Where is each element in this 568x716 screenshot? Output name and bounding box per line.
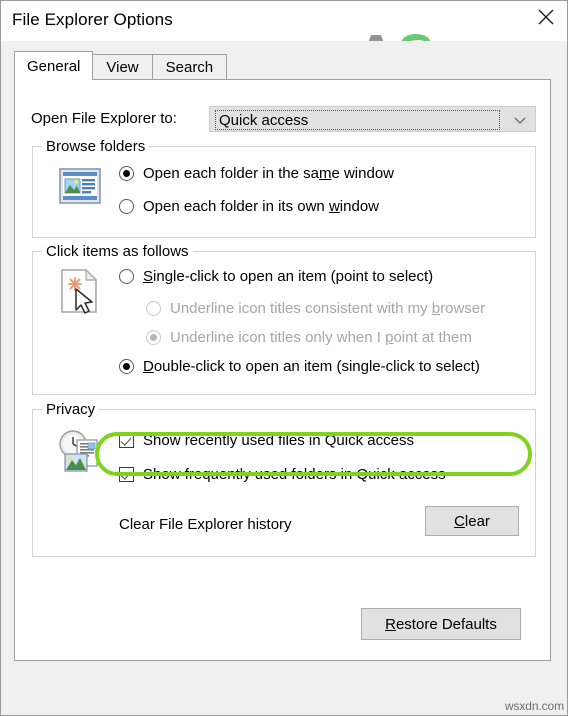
tab-view[interactable]: View (92, 54, 153, 80)
restore-defaults-button[interactable]: Restore Defaults (361, 608, 521, 640)
window-title: File Explorer Options (12, 10, 173, 29)
close-icon (537, 8, 555, 26)
radio-open-own-window-indicator (119, 199, 134, 214)
tab-general[interactable]: General (14, 51, 94, 80)
radio-underline-on-point[interactable]: Underline icon titles only when I point … (146, 329, 472, 346)
radio-double-click-indicator (119, 359, 134, 374)
checkbox-frequent-folders[interactable]: Show frequently used folders in Quick ac… (119, 466, 446, 483)
click-items-title: Click items as follows (42, 243, 193, 260)
restore-defaults-label: Restore Defaults (385, 615, 497, 633)
checkbox-frequent-folders-label: Show frequently used folders in Quick ac… (143, 466, 446, 483)
radio-open-same-window-label: Open each folder in the same window (143, 165, 394, 182)
title-bar: File Explorer Options (1, 1, 567, 41)
privacy-group: Privacy Show recently used files in Quic… (32, 401, 536, 557)
file-explorer-options-dialog: File Explorer Options General View Searc… (0, 0, 568, 716)
radio-single-click-indicator (119, 269, 134, 284)
browse-folders-group: Browse folders Open each folder in the s… (32, 138, 536, 238)
clear-history-label: Clear File Explorer history (119, 516, 292, 533)
tab-general-label: General (27, 57, 81, 75)
radio-open-own-window[interactable]: Open each folder in its own window (119, 198, 379, 215)
click-pointer-icon (59, 268, 101, 319)
tab-panel-general: Open File Explorer to: Quick access Brow… (14, 79, 551, 661)
radio-single-click-label: Single-click to open an item (point to s… (143, 268, 434, 285)
tab-search-label: Search (165, 59, 214, 76)
checkbox-frequent-folders-indicator (119, 467, 134, 482)
tab-view-label: View (106, 59, 139, 76)
open-file-explorer-row: Open File Explorer to: Quick access (31, 106, 536, 132)
open-file-explorer-select[interactable]: Quick access (209, 106, 536, 132)
clock-documents-icon (57, 430, 105, 479)
radio-underline-consistent-indicator (146, 301, 161, 316)
tab-strip: General View Search (14, 51, 228, 80)
clear-button[interactable]: Clear (425, 506, 519, 536)
click-items-group: Click items as follows Single-click to o… (32, 243, 536, 395)
open-file-explorer-label: Open File Explorer to: (31, 110, 177, 127)
radio-open-own-window-label: Open each folder in its own window (143, 198, 379, 215)
checkbox-recent-files[interactable]: Show recently used files in Quick access (119, 432, 414, 449)
radio-single-click[interactable]: Single-click to open an item (point to s… (119, 268, 433, 285)
open-file-explorer-value: Quick access (215, 110, 500, 130)
dialog-body: General View Search Open File Explorer t… (1, 41, 567, 715)
radio-double-click[interactable]: Double-click to open an item (single-cli… (119, 358, 480, 375)
radio-underline-consistent-label: Underline icon titles consistent with my… (170, 300, 486, 317)
radio-underline-on-point-indicator (146, 330, 161, 345)
tab-search[interactable]: Search (151, 54, 228, 80)
privacy-title: Privacy (42, 401, 100, 418)
radio-underline-on-point-label: Underline icon titles only when I point … (170, 329, 472, 346)
chevron-down-icon (513, 114, 527, 126)
clear-button-label: Clear (454, 512, 490, 530)
folder-window-icon (59, 166, 101, 211)
browse-folders-title: Browse folders (42, 138, 150, 155)
radio-underline-consistent[interactable]: Underline icon titles consistent with my… (146, 300, 485, 317)
close-button[interactable] (523, 1, 567, 33)
radio-double-click-label: Double-click to open an item (single-cli… (143, 358, 480, 375)
checkbox-recent-files-label: Show recently used files in Quick access (143, 432, 414, 449)
checkbox-recent-files-indicator (119, 433, 134, 448)
radio-open-same-window[interactable]: Open each folder in the same window (119, 165, 394, 182)
radio-open-same-window-indicator (119, 166, 134, 181)
